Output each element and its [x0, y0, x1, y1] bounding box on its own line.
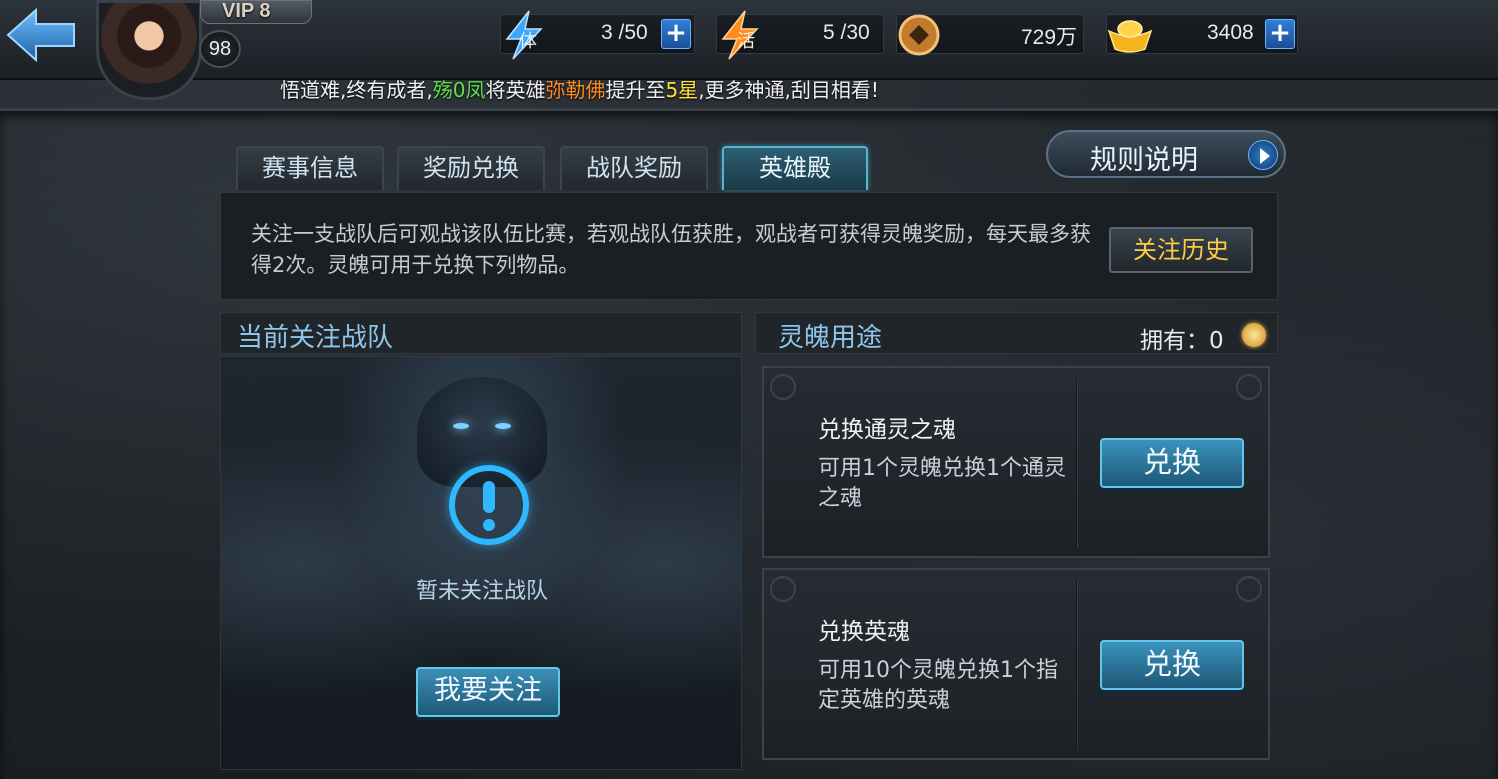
soul-usage-title: 灵魄用途: [778, 323, 883, 353]
follow-history-button[interactable]: 关注历史: [1109, 227, 1253, 273]
stamina-resource: 体 3 /50 +: [500, 10, 695, 60]
soul-owned-count: 拥有：0: [1140, 328, 1224, 354]
tab-team-rewards[interactable]: 战队奖励: [560, 146, 708, 190]
add-stamina-button[interactable]: +: [661, 19, 691, 49]
announcement-ticker: 悟道难,终有成者,殇0凤将英雄弥勒佛提升至5星,更多神通,刮目相看!: [280, 74, 879, 103]
ticker-text: 提升至: [605, 78, 666, 102]
exchange-button[interactable]: 兑换: [1100, 640, 1244, 690]
exchange-item-description: 可用10个灵魄兑换1个指定英雄的英魂: [818, 658, 1058, 713]
exchange-card: 兑换通灵之魂 可用1个灵魄兑换1个通灵之魂 兑换: [762, 366, 1270, 558]
warrior-eye: [453, 423, 469, 429]
copper-coin-icon: [898, 14, 940, 56]
info-panel: 关注一支战队后可观战该队伍比赛，若观战队伍获胜，观战者可获得灵魄奖励，每天最多获…: [220, 192, 1278, 300]
stamina-label: 体: [519, 31, 537, 52]
card-divider: [1076, 378, 1078, 548]
rules-button[interactable]: 规则说明: [1046, 130, 1286, 178]
exchange-button[interactable]: 兑换: [1100, 438, 1244, 488]
player-avatar[interactable]: [96, 0, 202, 100]
info-text: 关注一支战队后可观战该队伍比赛，若观战队伍获胜，观战者可获得灵魄奖励，每天最多获…: [251, 222, 1091, 277]
gold-resource: 3408 +: [1106, 14, 1298, 54]
tab-match-info[interactable]: 赛事信息: [236, 146, 384, 190]
play-arrow-icon: [1248, 140, 1278, 170]
stamina-value: 3 /50: [601, 21, 648, 44]
coin-resource: 729万: [896, 14, 1084, 56]
tab-hero-hall[interactable]: 英雄殿: [722, 146, 868, 190]
ticker-player-name: 殇0凤: [432, 78, 486, 102]
soul-icon: [1242, 323, 1266, 347]
ticker-text: ,更多神通,刮目相看!: [698, 78, 879, 102]
current-team-header: 当前关注战队: [220, 312, 742, 354]
rules-button-label: 规则说明: [1090, 145, 1198, 176]
gold-ingot-icon: [1107, 20, 1153, 53]
energy-value: 5 /30: [823, 21, 870, 44]
ticker-hero-name: 弥勒佛: [545, 78, 606, 102]
ticker-stars: 5星: [665, 78, 699, 102]
ticker-text: 将英雄: [485, 78, 546, 102]
ticker-text: 悟道难,终有成者,: [280, 78, 433, 102]
energy-resource: 活 5 /30: [716, 10, 884, 60]
player-level-badge: 98: [199, 30, 241, 68]
exchange-item-title: 兑换通灵之魂: [818, 417, 956, 443]
card-divider: [1076, 580, 1078, 750]
tab-reward-exchange[interactable]: 奖励兑换: [397, 146, 545, 190]
soul-usage-header: 灵魄用途 拥有：0: [755, 312, 1278, 354]
energy-label: 活: [737, 31, 755, 52]
warrior-eye: [495, 423, 511, 429]
coin-value: 729万: [1021, 26, 1078, 49]
back-arrow-icon: [6, 7, 75, 63]
back-button[interactable]: [4, 6, 78, 64]
follow-team-button[interactable]: 我要关注: [416, 667, 560, 717]
no-team-text: 暂未关注战队: [415, 579, 548, 604]
gold-value: 3408: [1207, 21, 1254, 44]
exchange-item-description: 可用1个灵魄兑换1个通灵之魂: [818, 456, 1066, 511]
add-gold-button[interactable]: +: [1265, 19, 1295, 49]
current-team-panel: 暂未关注战队 我要关注: [220, 356, 742, 770]
exchange-card: 兑换英魂 可用10个灵魄兑换1个指定英雄的英魂 兑换: [762, 568, 1270, 760]
exchange-item-title: 兑换英魂: [818, 619, 910, 645]
vip-label: VIP 8: [222, 0, 271, 22]
alert-icon: [449, 465, 529, 545]
current-team-title: 当前关注战队: [237, 323, 394, 353]
